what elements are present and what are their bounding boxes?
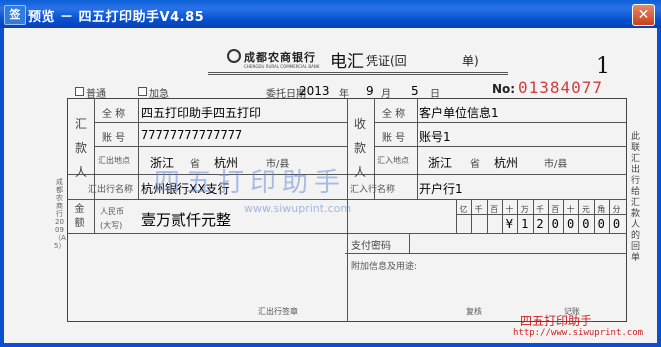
payee-city-unit: 市/县 — [544, 159, 568, 170]
amount-column-line — [517, 199, 519, 233]
close-button[interactable]: ✕ — [632, 4, 655, 26]
review-label: 复核 — [466, 307, 482, 316]
form-subtitle: 凭证(回 — [366, 54, 407, 68]
amount-unit-header: 千 — [474, 205, 483, 214]
amount-column-line — [593, 199, 595, 233]
amount-unit-header: 角 — [597, 205, 606, 214]
remitter-vertical-label: 汇款人 — [75, 117, 88, 179]
amount-label-top: 人民币 — [100, 207, 124, 216]
form-subtitle-end: 单) — [462, 54, 479, 68]
window-frame-right — [657, 28, 661, 347]
amount-column-line — [501, 199, 503, 233]
amount-digit: ¥ — [505, 217, 513, 231]
amount-grid-top — [456, 199, 457, 233]
remittance-slip: 成都农商银行 CHENGDU RURAL COMMERCIAL BANK 电汇 … — [4, 28, 657, 343]
window-title: 预览 － 四五打印助手V4.85 — [28, 10, 205, 25]
window-frame-bottom — [0, 343, 661, 347]
amount-side-label: 金额 — [74, 204, 85, 229]
payee-name-value: 客户单位信息1 — [419, 106, 499, 120]
amount-column-line — [609, 199, 610, 233]
watermark-url: www.siwuprint.com — [244, 202, 352, 215]
month-value: 9 — [366, 84, 374, 98]
col-line-f — [94, 199, 95, 233]
col-line-g — [138, 174, 139, 199]
close-icon: ✕ — [637, 7, 650, 23]
bank-name-en: CHENGDU RURAL COMMERCIAL BANK — [244, 64, 320, 69]
amount-label-bottom: (大写) — [100, 221, 123, 230]
title-underline — [208, 72, 508, 73]
bank-logo-icon — [227, 49, 241, 63]
amount-unit-header: 分 — [612, 205, 621, 214]
amount-digit: 0 — [582, 217, 590, 231]
remitter-fullname-label: 全 称 — [102, 109, 126, 120]
payee-vertical-label: 收款人 — [354, 117, 367, 179]
amount-unit-header: 千 — [536, 205, 544, 214]
amount-digit: 1 — [521, 217, 529, 231]
remitter-account-value: 77777777777777 — [141, 128, 243, 142]
payee-fullname-label: 全 称 — [382, 109, 406, 120]
amount-digit: 0 — [566, 217, 575, 231]
remitter-bank-label: 汇出行名称 — [88, 185, 134, 195]
payee-province-unit: 省 — [470, 159, 480, 170]
password-label: 支付密码 — [351, 241, 391, 252]
amount-column-line — [563, 199, 565, 233]
serial-number: 01384077 — [518, 78, 604, 97]
copy-number: 1 — [596, 54, 610, 79]
year-value: 2013 — [299, 84, 330, 98]
remitter-name-value: 四五打印助手四五打印 — [141, 106, 262, 120]
amount-column-line — [532, 199, 534, 233]
urgent-checkbox[interactable] — [138, 87, 147, 96]
amount-unit-header: 十 — [505, 205, 514, 214]
watermark-logo-text: 四五打印助手 — [154, 168, 347, 198]
normal-checkbox[interactable] — [75, 87, 84, 96]
amount-digit: 2 — [536, 217, 544, 231]
title-bar[interactable]: 签 预览 － 四五打印助手V4.85 ✕ — [0, 0, 661, 28]
amount-unit-header: 万 — [520, 205, 529, 214]
amount-digit: 0 — [551, 217, 559, 231]
left-side-note: 成都农商行2009（A5） — [54, 178, 66, 250]
payee-province: 浙江 — [428, 156, 453, 170]
title-underline-2 — [208, 74, 508, 75]
amount-unit-header: 十 — [566, 205, 575, 214]
amount-unit-header: 百 — [490, 205, 499, 214]
brand-label: 四五打印助手 — [520, 314, 593, 328]
payee-bank-value: 开户行1 — [419, 182, 463, 196]
amount-unit-header: 百 — [551, 205, 560, 214]
col-line-h — [417, 174, 418, 199]
amount-digit: 0 — [612, 217, 621, 231]
form-title: 电汇 — [330, 52, 364, 72]
preview-window: 签 预览 － 四五打印助手V4.85 ✕ 成都农商银行 CHENGDU RURA… — [0, 0, 661, 347]
row-line-1 — [94, 122, 348, 123]
amount-digit: 0 — [597, 217, 605, 231]
amount-column-line — [547, 199, 549, 233]
amount-unit-header: 亿 — [459, 205, 468, 214]
seal-label: 汇出行签章 — [258, 307, 298, 316]
remitter-account-label: 账 号 — [102, 133, 126, 144]
side-note: 此联汇出行给汇款人的回单 — [630, 132, 640, 263]
amount-in-words: 壹万贰仟元整 — [141, 211, 232, 229]
brand-url: http://www.siwuprint.com — [513, 328, 644, 338]
col-line-i — [409, 233, 410, 253]
payee-account-label: 账 号 — [382, 133, 406, 144]
amount-column-line — [578, 199, 580, 233]
row-line-6 — [345, 253, 627, 254]
amount-column-line — [471, 199, 473, 233]
remitter-place-label: 汇出地点 — [98, 156, 130, 165]
extra-info-label: 附加信息及用途: — [351, 262, 418, 272]
payee-account-value: 账号1 — [419, 130, 451, 144]
bank-name: 成都农商银行 — [244, 51, 316, 64]
amount-unit-header: 元 — [581, 205, 590, 214]
serial-label: No: — [492, 82, 516, 96]
app-icon: 签 — [4, 5, 26, 25]
amount-column-line — [486, 199, 488, 233]
payee-place-label: 汇入地点 — [377, 156, 409, 165]
row-line-1r — [374, 122, 626, 123]
payee-bank-label: 汇入行名称 — [350, 185, 396, 195]
day-value: 5 — [411, 84, 419, 98]
row-line-2 — [94, 146, 348, 147]
row-line-2r — [374, 146, 626, 147]
payee-city: 杭州 — [494, 156, 519, 170]
